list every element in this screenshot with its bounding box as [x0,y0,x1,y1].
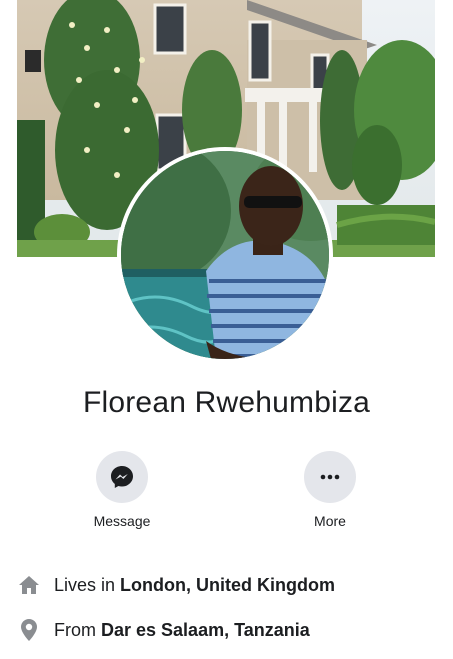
info-from: From Dar es Salaam, Tanzania [18,617,310,643]
more-button-label: More [314,513,346,529]
from-prefix: From [54,619,96,640]
home-icon [18,574,40,596]
avatar[interactable] [117,147,333,363]
lives-in-prefix: Lives in [54,574,116,595]
location-pin-icon [18,619,40,641]
messenger-icon [111,466,133,488]
message-button-label: Message [93,513,151,529]
profile-name: Florean Rwehumbiza [82,386,371,419]
info-lives-in: Lives in London, United Kingdom [18,572,335,598]
more-button[interactable]: More [275,451,385,529]
message-button[interactable]: Message [67,451,177,529]
profile-picture-image [121,151,329,359]
profile-picture [121,151,329,359]
lives-in-location[interactable]: London, United Kingdom [120,575,335,596]
from-location[interactable]: Dar es Salaam, Tanzania [101,620,310,641]
more-dots-icon [320,474,340,480]
more-button-circle[interactable] [304,451,356,503]
message-button-circle[interactable] [96,451,148,503]
